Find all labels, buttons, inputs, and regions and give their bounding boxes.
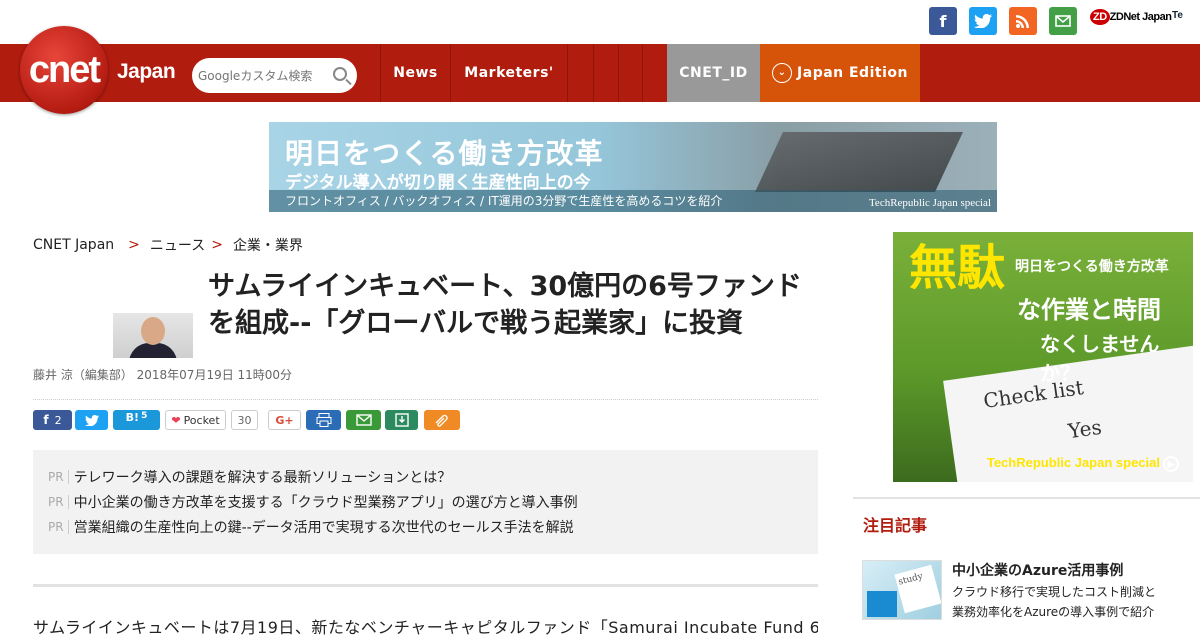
pocket-count: 30 — [231, 410, 258, 430]
twitter-icon[interactable] — [969, 7, 997, 35]
print-button[interactable] — [306, 410, 341, 430]
pr-tag: PR — [48, 520, 69, 534]
sidebar-card-desc: 業務効率化をAzureの導入事例で紹介 — [952, 605, 1155, 619]
ad-big-text: 無駄 — [909, 240, 1006, 296]
article-body: サムライインキュベートは7月19日、新たなベンチャーキャピタルファンド「Samu… — [33, 618, 818, 637]
clip-button[interactable] — [424, 410, 460, 430]
nav-item-empty-1[interactable] — [567, 44, 593, 102]
google-plus-button[interactable]: G+ — [268, 410, 301, 430]
sidebar-card-thumbnail[interactable]: study — [862, 560, 942, 620]
search-input[interactable] — [198, 68, 326, 83]
author-face — [141, 317, 165, 345]
pr-item[interactable]: PR 営業組織の生産性向上の鍵--データ活用で実現する次世代のセールス手法を解説 — [48, 517, 574, 537]
sidebar-section-title: 注目記事 — [863, 516, 928, 535]
breadcrumb-news[interactable]: ニュース — [150, 235, 205, 255]
divider — [33, 584, 818, 587]
pocket-label: Pocket — [183, 413, 220, 427]
author-photo[interactable] — [113, 313, 193, 358]
ad-tagline: 明日をつくる働き方改革 — [1015, 259, 1169, 275]
breadcrumb-separator: > — [128, 237, 140, 253]
mail-icon[interactable] — [1049, 7, 1077, 35]
mail-icon — [355, 414, 372, 426]
twitter-share-button[interactable] — [75, 410, 108, 430]
pr-link[interactable]: 営業組織の生産性向上の鍵--データ活用で実現する次世代のセールス手法を解説 — [74, 517, 574, 537]
banner-headline: 明日をつくる働き方改革 — [285, 137, 604, 170]
banner-sponsor: TechRepublic Japan special — [868, 197, 991, 209]
pr-box: PR テレワーク導入の課題を解決する最新ソリューションとは？ PR 中小企業の働… — [33, 450, 818, 554]
techrepublic-link[interactable]: Te — [1172, 10, 1183, 21]
ad-handwriting-yes: Yes — [1066, 414, 1104, 444]
ad-line-2: なくしませんか？ — [1040, 332, 1160, 385]
techrepublic-label: Te — [1172, 10, 1183, 21]
nav-japan-edition-label: Japan Edition — [797, 65, 908, 81]
cnet-logo[interactable]: cnet — [20, 26, 108, 114]
zdnet-label: ZDNet Japan — [1109, 11, 1172, 23]
thumb-note: study — [894, 564, 941, 614]
nav-item-empty-3[interactable] — [618, 44, 642, 102]
breadcrumb-separator: > — [211, 237, 223, 253]
pocket-button[interactable]: ❤ Pocket — [165, 410, 226, 430]
pr-item[interactable]: PR テレワーク導入の課題を解決する最新ソリューションとは？ — [48, 467, 451, 487]
pr-link[interactable]: 中小企業の働き方改革を支援する「クラウド型業務アプリ」の選び方と導入事例 — [74, 492, 578, 512]
article-headline: サムライインキュベート、30億円の6号ファンドを組成--「グローバルで戦う起業家… — [208, 271, 802, 339]
hatena-count: 5 — [141, 411, 148, 421]
search-icon[interactable] — [333, 67, 347, 81]
breadcrumb-home[interactable]: CNET Japan — [33, 237, 114, 253]
chevron-down-icon: ⌄ — [772, 63, 793, 83]
breadcrumb: CNET Japan > ニュース > 企業・業界 — [33, 235, 303, 255]
pr-link[interactable]: テレワーク導入の課題を解決する最新ソリューションとは？ — [74, 467, 452, 487]
ad-sponsor: TechRepublic Japan special ▶ — [987, 455, 1179, 472]
nav-cnet-id[interactable]: CNET_ID — [667, 44, 760, 102]
nav-marketers[interactable]: Marketers' — [450, 44, 567, 102]
arrow-right-icon: ▶ — [1163, 456, 1179, 472]
ad-sponsor-label: TechRepublic Japan special — [986, 455, 1160, 470]
facebook-icon: f — [43, 413, 49, 427]
facebook-count: 2 — [54, 413, 62, 427]
author-suit — [129, 343, 177, 358]
sidebar-card-title[interactable]: 中小企業のAzure活用事例 — [952, 560, 1123, 580]
breadcrumb-industry[interactable]: 企業・業界 — [233, 235, 303, 255]
laptop-image — [755, 132, 963, 192]
ad-line-1: な作業と時間 — [1017, 296, 1161, 324]
sidebar-card-desc: クラウド移行で実現したコスト削減と — [952, 585, 1157, 599]
nav-japan-edition[interactable]: ⌄ Japan Edition — [760, 44, 920, 102]
facebook-icon[interactable]: f — [929, 7, 957, 35]
logo-japan-label: Japan — [117, 60, 176, 83]
pr-tag: PR — [48, 495, 69, 509]
divider — [853, 497, 1200, 499]
search-box[interactable] — [192, 58, 357, 93]
hatena-bookmark-button[interactable]: B! 5 — [113, 410, 160, 430]
nav-item-empty-4[interactable] — [642, 44, 667, 102]
banner-ad[interactable]: 明日をつくる働き方改革 デジタル導入が切り開く生産性向上の今 フロントオフィス … — [269, 122, 997, 212]
save-button[interactable] — [385, 410, 418, 430]
pocket-icon: ❤ — [171, 413, 181, 427]
print-icon — [316, 413, 331, 427]
article-byline: 藤井 涼（編集部） 2018年07月19日 11時00分 — [33, 368, 293, 382]
zdnet-link[interactable]: ZD ZDNet Japan — [1090, 9, 1172, 25]
download-icon — [394, 413, 409, 427]
nav-news[interactable]: News — [380, 44, 450, 102]
twitter-icon — [84, 414, 99, 426]
facebook-share-button[interactable]: f2 — [33, 410, 72, 430]
hatena-icon: B! — [125, 411, 140, 424]
sidebar-ad[interactable]: Check list Yes 明日をつくる働き方改革 無駄 な作業と時間 なくし… — [893, 232, 1193, 482]
pr-item[interactable]: PR 中小企業の働き方改革を支援する「クラウド型業務アプリ」の選び方と導入事例 — [48, 492, 578, 512]
divider — [33, 399, 818, 400]
thumb-block — [867, 591, 897, 617]
rss-icon[interactable] — [1009, 7, 1037, 35]
nav-item-empty-2[interactable] — [593, 44, 618, 102]
pr-tag: PR — [48, 470, 69, 484]
top-bar: f ZD ZDNet Japan Te — [0, 0, 1200, 44]
paperclip-icon — [435, 414, 448, 427]
email-share-button[interactable] — [346, 410, 381, 430]
